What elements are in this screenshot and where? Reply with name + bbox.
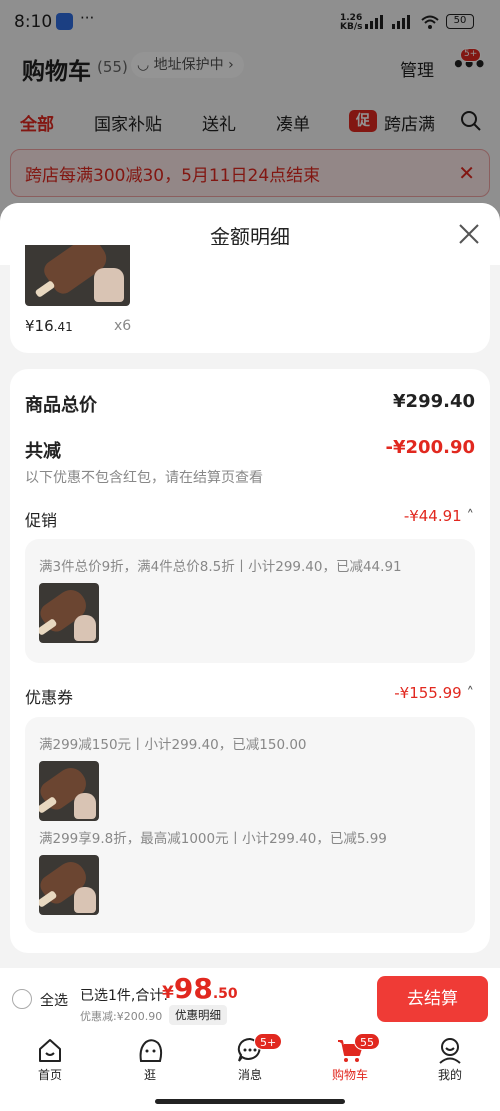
nav-browse-label: 逛 [143,1068,156,1082]
checkout-total: ¥98.50 [162,972,238,1005]
total-value: ¥299.40 [393,391,475,412]
promo-product-thumbnail[interactable] [39,583,99,643]
selected-summary: 已选1件,合计: [80,988,169,1004]
discount-total: -¥200.90 [385,437,475,458]
profile-icon [439,1038,461,1064]
browse-icon [139,1039,163,1062]
nav-home-label: 首页 [37,1068,62,1082]
coupon-product-thumbnail-2[interactable] [39,855,99,915]
close-icon[interactable] [458,223,480,245]
promo-toggle[interactable]: -¥44.91 ˄ [404,507,474,525]
select-all-label[interactable]: 全选 [40,990,68,1010]
nav-cart-label: 购物车 [331,1068,368,1082]
bottom-navigation: 首页 逛 消息 5+ 购物车 55 我的 [0,1030,500,1111]
home-indicator[interactable] [155,1099,345,1104]
coupon-rule-2: 满299享9.8折，最高减1000元丨小计299.40，已减5.99 [39,831,387,847]
checkout-bar: 全选 已选1件,合计: ¥98.50 优惠减:¥200.90 优惠明细 去结算 [0,968,500,1030]
messages-badge: 5+ [254,1033,283,1050]
item-quantity: x6 [114,318,132,334]
home-icon [39,1039,61,1062]
item-card: ¥16.41 x6 [10,245,490,353]
cart-badge: 55 [354,1033,380,1050]
nav-home[interactable]: 首页 [15,1036,85,1083]
coupon-product-thumbnail-1[interactable] [39,761,99,821]
product-thumbnail[interactable] [25,245,130,306]
coupon-toggle[interactable]: -¥155.99 ˄ [394,684,474,702]
discount-note: 以下优惠不包含红包，请在结算页查看 [25,470,263,486]
saved-amount: 优惠减:¥200.90 [80,1010,163,1023]
total-label: 商品总价 [25,395,97,416]
promo-rule: 满3件总价9折，满4件总价8.5折丨小计299.40，已减44.91 [39,559,402,575]
amount-detail-sheet: 金额明细 ¥16.41 x6 商品总价 ¥299.40 共减 -¥200.90 … [0,203,500,968]
chevron-up-icon: ˄ [461,507,474,525]
nav-browse[interactable]: 逛 [115,1036,185,1083]
discount-label: 共减 [25,441,61,462]
promo-detail-box: 满3件总价9折，满4件总价8.5折丨小计299.40，已减44.91 [25,539,475,663]
nav-profile[interactable]: 我的 [415,1036,485,1083]
item-price: ¥16.41 [25,317,73,335]
discount-detail-button[interactable]: 优惠明细 [169,1005,227,1025]
checkout-button[interactable]: 去结算 [377,976,488,1022]
promo-label: 促销 [25,511,58,530]
nav-messages-label: 消息 [237,1068,262,1082]
coupon-rule-1: 满299减150元丨小计299.40，已减150.00 [39,737,307,753]
chevron-up-icon: ˄ [461,684,474,702]
price-breakdown-card: 商品总价 ¥299.40 共减 -¥200.90 以下优惠不包含红包，请在结算页… [10,369,490,953]
coupon-detail-box: 满299减150元丨小计299.40，已减150.00 满299享9.8折，最高… [25,717,475,933]
coupon-label: 优惠券 [25,688,74,707]
select-all-checkbox[interactable] [12,989,32,1009]
nav-profile-label: 我的 [437,1068,462,1082]
